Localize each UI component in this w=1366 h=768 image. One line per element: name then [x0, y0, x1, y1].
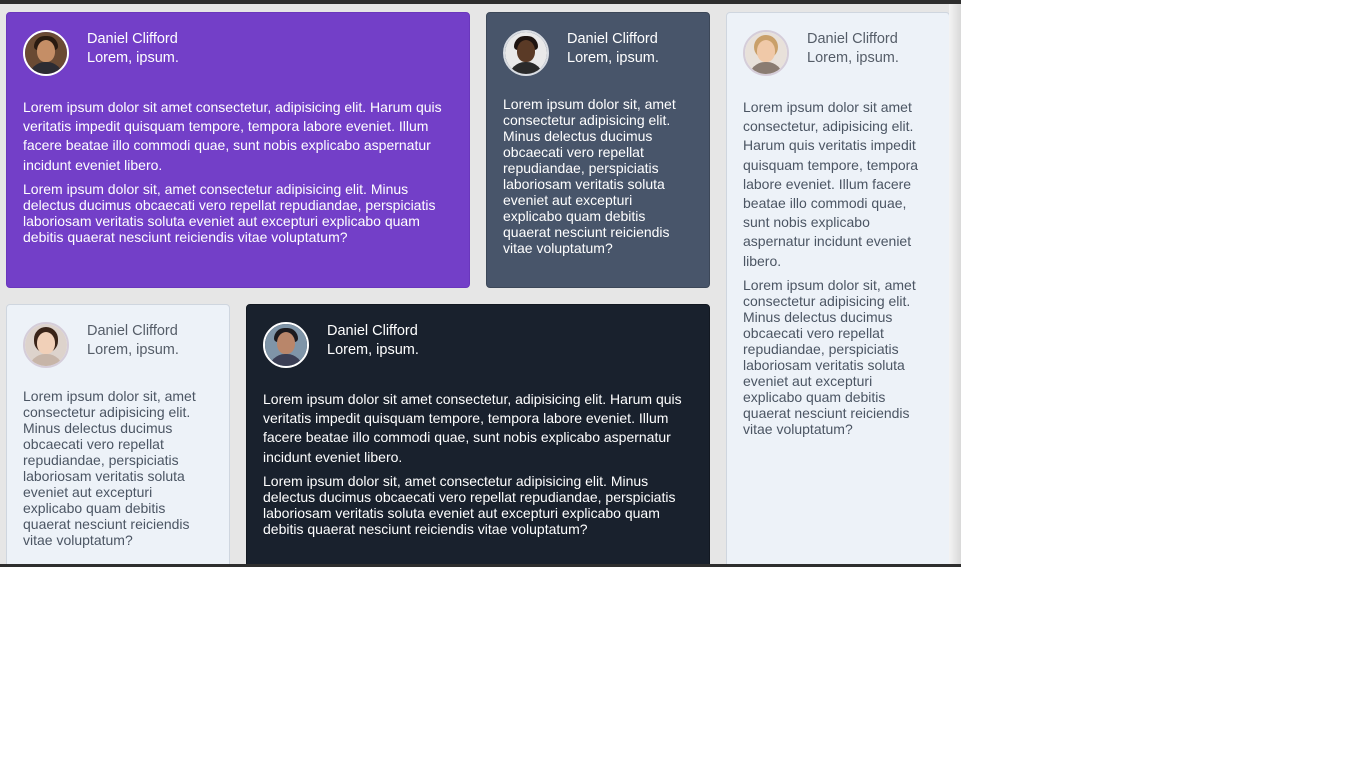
testimonial-headline: Lorem ipsum dolor sit amet consectetur, … [743, 99, 919, 269]
woman-portrait-icon [23, 322, 69, 368]
testimonial-card: Daniel Clifford Lorem, ipsum. Lorem ipsu… [246, 304, 710, 567]
author-name: Daniel Clifford [807, 31, 898, 47]
testimonial-card: Daniel Clifford Lorem, ipsum. Lorem ipsu… [486, 12, 710, 288]
author-info: Daniel Clifford Lorem, ipsum. [567, 30, 659, 68]
author-name: Daniel Clifford [87, 31, 178, 47]
woman-portrait-icon [743, 30, 789, 76]
testimonial-card: Daniel Clifford Lorem, ipsum. Lorem ipsu… [6, 12, 470, 288]
testimonial-headline: Lorem ipsum dolor sit amet consectetur, … [263, 391, 682, 465]
card-header: Daniel Clifford Lorem, ipsum. [743, 30, 933, 80]
author-role: Lorem, ipsum. [87, 342, 179, 358]
card-header: Daniel Clifford Lorem, ipsum. [263, 322, 693, 372]
testimonial-card: Daniel Clifford Lorem, ipsum. Lorem ipsu… [6, 304, 230, 567]
card-header: Daniel Clifford Lorem, ipsum. [23, 30, 453, 80]
author-name: Daniel Clifford [567, 31, 658, 47]
author-role: Lorem, ipsum. [87, 50, 179, 66]
author-name: Daniel Clifford [327, 323, 418, 339]
author-role: Lorem, ipsum. [567, 50, 659, 66]
testimonial-body: Lorem ipsum dolor sit, amet consectetur … [23, 388, 196, 548]
testimonial-body: Lorem ipsum dolor sit, amet consectetur … [263, 472, 676, 537]
author-info: Daniel Clifford Lorem, ipsum. [807, 30, 899, 68]
testimonial-body: Lorem ipsum dolor sit, amet consectetur … [503, 96, 676, 256]
testimonial-body: Lorem ipsum dolor sit, amet consectetur … [743, 276, 916, 437]
testimonial-body: Lorem ipsum dolor sit, amet consectetur … [23, 180, 436, 245]
testimonial-headline: Lorem ipsum dolor sit amet consectetur, … [23, 99, 442, 173]
man-portrait-icon [263, 322, 309, 368]
author-role: Lorem, ipsum. [807, 50, 899, 66]
card-header: Daniel Clifford Lorem, ipsum. [503, 30, 693, 80]
scroll-shadow [949, 4, 961, 564]
testimonial-card: Daniel Clifford Lorem, ipsum. Lorem ipsu… [726, 12, 950, 567]
man-portrait-icon [503, 30, 549, 76]
author-info: Daniel Clifford Lorem, ipsum. [87, 30, 179, 68]
author-role: Lorem, ipsum. [327, 342, 419, 358]
author-name: Daniel Clifford [87, 323, 178, 339]
top-border [0, 0, 961, 4]
man-portrait-icon [23, 30, 69, 76]
author-info: Daniel Clifford Lorem, ipsum. [87, 322, 179, 360]
card-header: Daniel Clifford Lorem, ipsum. [23, 322, 213, 372]
bottom-border [0, 564, 961, 567]
browser-viewport: Daniel Clifford Lorem, ipsum. Lorem ipsu… [0, 0, 961, 567]
author-info: Daniel Clifford Lorem, ipsum. [327, 322, 419, 360]
